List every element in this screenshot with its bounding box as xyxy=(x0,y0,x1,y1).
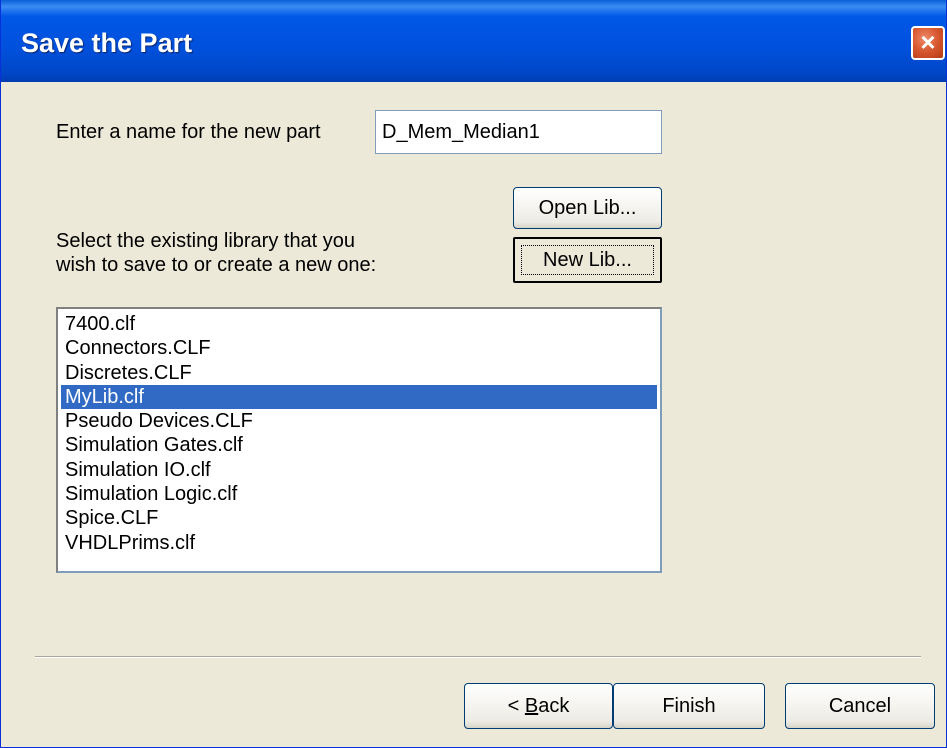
title-bar[interactable]: Save the Part × xyxy=(1,0,946,82)
new-lib-button-label: New Lib... xyxy=(521,245,654,275)
close-icon: × xyxy=(920,27,936,57)
window-title: Save the Part xyxy=(21,28,193,58)
library-list-item[interactable]: VHDLPrims.clf xyxy=(61,531,657,555)
save-part-dialog: Save the Part × Enter a name for the new… xyxy=(0,0,947,748)
library-list-item[interactable]: Discretes.CLF xyxy=(61,361,657,385)
cancel-button[interactable]: Cancel xyxy=(785,683,935,729)
library-list-item[interactable]: Pseudo Devices.CLF xyxy=(61,409,657,433)
back-prefix: < xyxy=(507,695,525,717)
library-list-item[interactable]: Connectors.CLF xyxy=(61,336,657,360)
library-prompt-line2: wish to save to or create a new one: xyxy=(56,254,377,276)
back-button[interactable]: < Back xyxy=(464,683,613,729)
library-list-item[interactable]: Simulation Logic.clf xyxy=(61,482,657,506)
library-list-item[interactable]: 7400.clf xyxy=(61,312,657,336)
finish-button[interactable]: Finish xyxy=(613,683,765,729)
back-mnemonic: B xyxy=(524,695,539,717)
library-prompt-line1: Select the existing library that you xyxy=(56,230,356,252)
footer-separator xyxy=(35,656,921,658)
library-list-item[interactable]: Simulation Gates.clf xyxy=(61,433,657,457)
part-name-label: Enter a name for the new part xyxy=(56,121,321,143)
part-name-input[interactable] xyxy=(375,110,662,154)
library-list-item[interactable]: MyLib.clf xyxy=(61,384,657,410)
open-lib-button[interactable]: Open Lib... xyxy=(513,187,662,229)
close-button[interactable]: × xyxy=(911,26,945,60)
library-listbox[interactable]: 7400.clf Connectors.CLF Discretes.CLF MyLib… xyxy=(56,307,662,573)
library-list-item[interactable]: Spice.CLF xyxy=(61,506,657,530)
back-rest: ack xyxy=(538,695,570,717)
library-list-item[interactable]: Simulation IO.clf xyxy=(61,458,657,482)
new-lib-button[interactable]: New Lib... xyxy=(513,237,662,283)
